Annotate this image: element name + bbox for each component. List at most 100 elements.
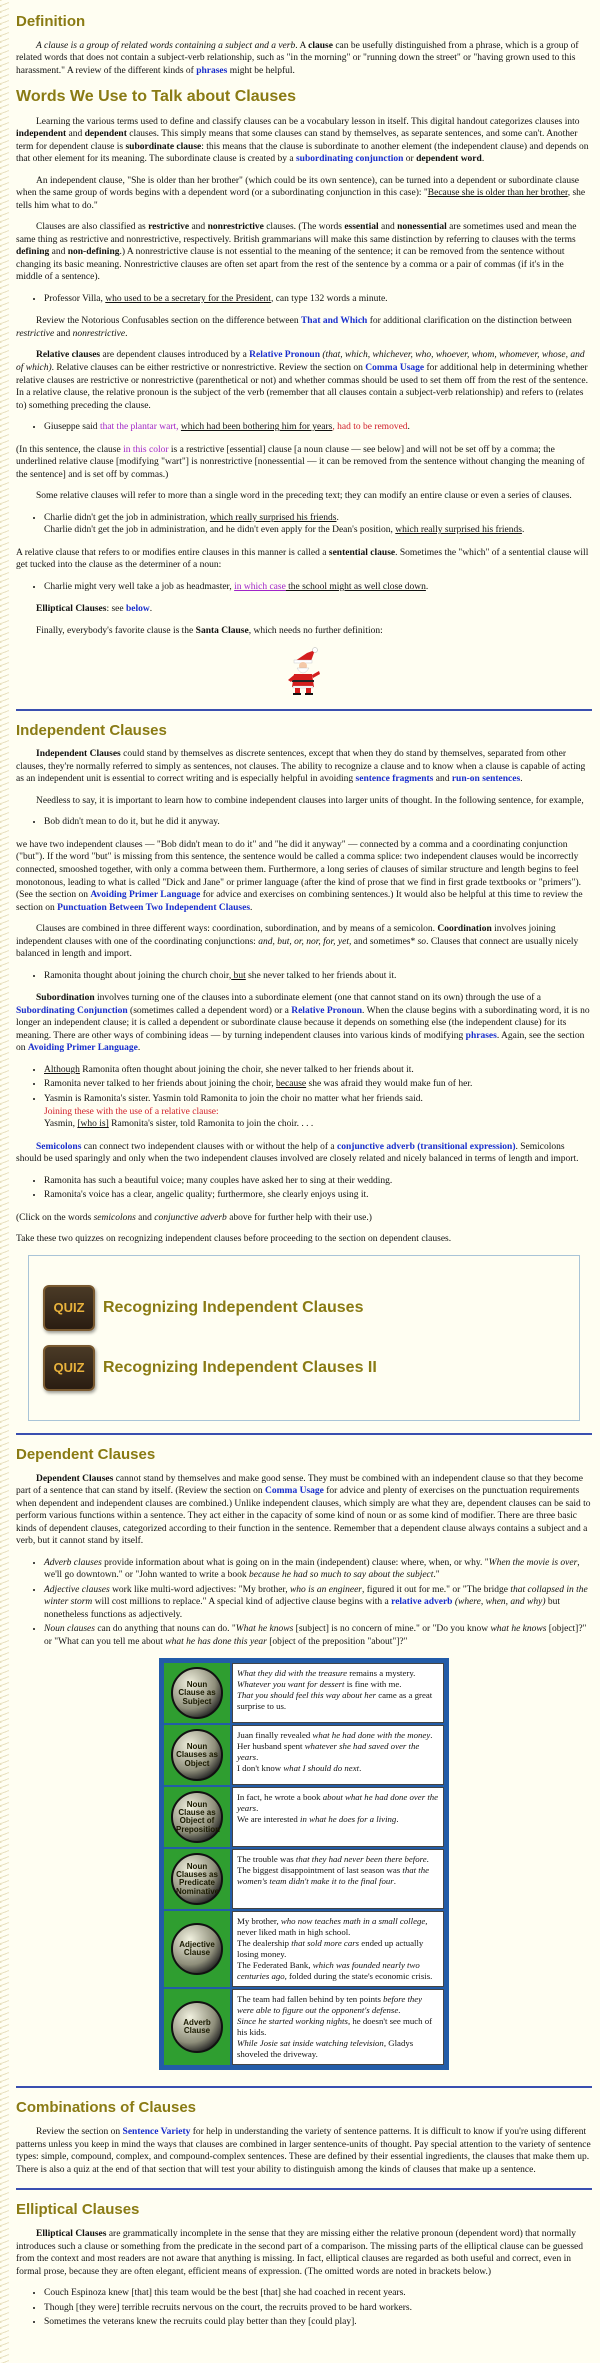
subordinating-conjunction-link[interactable]: subordinating conjunction [296, 154, 403, 164]
comma-usage-link[interactable]: Comma Usage [365, 363, 424, 373]
example-sentence: That you should feel this way about her … [237, 1690, 439, 1712]
list-item: Adjective clauses work like multi-word a… [44, 1584, 592, 1622]
sentence-text: My brother, [237, 1916, 281, 1927]
list-item: Giuseppe said that the plantar wart, whi… [44, 421, 592, 434]
text: non-defining [67, 247, 120, 258]
text: and sometimes* [351, 936, 418, 947]
example-list: Giuseppe said that the plantar wart, whi… [44, 421, 592, 434]
phrases-link[interactable]: phrases [196, 66, 227, 76]
sentence-text: . [256, 1752, 259, 1763]
text: and [433, 774, 452, 785]
text: A clause is a group of related words con… [36, 40, 296, 51]
clause-type-label: Adverb Clause [183, 2017, 211, 2036]
clause-text: that they had never been there before [295, 1854, 427, 1865]
example-list: Bob didn't mean to do it, but he did it … [44, 816, 592, 829]
text: : see [106, 604, 126, 615]
text: what he knows [490, 1624, 547, 1635]
text: Learning the various terms used to defin… [36, 116, 580, 127]
example-list: Couch Espinoza knew [that] this team wou… [44, 2287, 592, 2329]
relative-adverb-link[interactable]: relative adverb [391, 1597, 452, 1607]
text: Elliptical Clauses [36, 604, 107, 615]
sentence-text: The Federated Bank, [237, 1960, 313, 1971]
below-link[interactable]: below [126, 604, 150, 614]
subordinating-conjunction-link[interactable]: Subordinating Conjunction [16, 1006, 128, 1016]
text: that the plantar wart, [99, 422, 181, 433]
avoiding-primer-language-link[interactable]: Avoiding Primer Language [28, 1043, 138, 1053]
sentence-variety-link[interactable]: Sentence Variety [123, 2127, 191, 2137]
quiz-link-2[interactable]: QUIZ Recognizing Independent Clauses II [43, 1342, 565, 1394]
text: above for further help with their use.) [226, 1212, 372, 1223]
independent-p8: Take these two quizzes on recognizing in… [16, 1234, 452, 1245]
text: Yasmin is Ramonita's sister. Yasmin told… [44, 1093, 423, 1104]
quiz-icon[interactable]: QUIZ [43, 1284, 95, 1331]
example-sentence: We are interested in what he does for a … [237, 1814, 439, 1825]
clause-table-row: Adverb Clause The team had fallen behind … [164, 1989, 444, 2066]
example-list: Charlie might very well take a job as he… [44, 581, 592, 594]
conjunctive-adverb-link[interactable]: conjunctive adverb (transitional express… [337, 1142, 515, 1152]
words-p7: Some relative clauses will refer to more… [36, 491, 572, 502]
independent-p6: Semicolons can connect two independent c… [16, 1141, 592, 1166]
text: . [425, 581, 429, 592]
page: Definition A clause is a group of relate… [14, 0, 592, 2359]
list-item: Adverb clauses provide information about… [44, 1557, 592, 1582]
quiz-title[interactable]: Recognizing Independent Clauses [103, 1297, 363, 1318]
words-p2: An independent clause, "She is older tha… [16, 175, 592, 213]
text: What he knows [235, 1624, 294, 1635]
example-sentence: In fact, he wrote a book about what he h… [237, 1792, 439, 1814]
sentence-text: . [398, 2005, 401, 2016]
clause-type-cell: Adjective Clause [164, 1911, 230, 1988]
text: Subordination [36, 993, 95, 1004]
text: conjunctive adverb [154, 1212, 227, 1223]
text: so [417, 936, 427, 947]
clause-examples-cell: What they did with the treasure remains … [232, 1663, 444, 1724]
text: Clauses are combined in three different … [36, 924, 438, 935]
clause-type-icon: Adjective Clause [171, 1923, 223, 1976]
run-on-sentences-link[interactable]: run-on sentences [452, 774, 520, 784]
text: sentential clause [328, 547, 396, 558]
relative-pronoun-link[interactable]: Relative Pronoun [249, 350, 320, 360]
text: essential [344, 222, 379, 233]
text: might be helpful. [227, 65, 295, 76]
clause-type-cell: Noun Clause as Object of Preposition [164, 1787, 230, 1848]
example-list: Charlie didn't get the job in administra… [44, 512, 592, 537]
text: Because she is older than her brother [427, 188, 568, 199]
avoiding-primer-language-link[interactable]: Avoiding Primer Language [90, 890, 200, 900]
text: Although [44, 1064, 80, 1075]
text: Yasmin, [44, 1119, 78, 1130]
independent-p7: (Click on the words semicolons and conju… [16, 1212, 592, 1225]
clause-type-cell: Adverb Clause [164, 1989, 230, 2066]
clause-type-icon: Noun Clauses as Predicate Nominative [171, 1853, 223, 1906]
clause-examples-cell: My brother, who now teaches math in a sm… [232, 1911, 444, 1988]
sentence-text: . [393, 1876, 396, 1887]
text: Relative clauses [36, 350, 101, 361]
sentence-text: , folded during the state's economic cri… [284, 1971, 433, 1982]
quiz-icon[interactable]: QUIZ [43, 1344, 95, 1391]
definition-heading: Definition [16, 13, 86, 30]
text: the school might as well close down [285, 581, 426, 592]
semicolons-link[interactable]: Semicolons [36, 1142, 81, 1152]
sentence-text: We are interested [237, 1814, 301, 1825]
relative-pronoun-link[interactable]: Relative Pronoun [291, 1006, 362, 1016]
list-item: Although Ramonita often thought about jo… [44, 1064, 592, 1077]
phrases-link[interactable]: phrases [466, 1031, 497, 1041]
sentence-text: . [359, 1763, 362, 1774]
dependent-p1: Dependent Clauses cannot stand by themse… [16, 1473, 592, 1548]
sentence-fragments-link[interactable]: sentence fragments [356, 774, 434, 784]
text: in this color [123, 444, 169, 455]
text: work like multi-word adjectives: "My bro… [109, 1584, 290, 1595]
text: . [250, 902, 253, 913]
example-list: Professor Villa, who used to be a secret… [44, 293, 592, 306]
example-sentence: The team had fallen behind by ten points… [237, 1994, 439, 2016]
sentence-text: Juan finally revealed [237, 1730, 313, 1741]
text: restrictive [16, 328, 55, 339]
comma-usage-link[interactable]: Comma Usage [265, 1486, 324, 1496]
list-item: Charlie didn't get the job in administra… [44, 512, 592, 537]
quiz-title[interactable]: Recognizing Independent Clauses II [103, 1357, 377, 1378]
clause-table-row: Adjective Clause My brother, who now teac… [164, 1911, 444, 1988]
that-and-which-link[interactable]: That and Which [301, 316, 367, 326]
clause-type-label: Noun Clause as Subject [178, 1679, 216, 1706]
clause-examples-cell: In fact, he wrote a book about what he h… [232, 1787, 444, 1848]
quiz-link-1[interactable]: QUIZ Recognizing Independent Clauses [43, 1282, 565, 1334]
punctuation-link[interactable]: Punctuation Between Two Independent Clau… [57, 903, 250, 913]
words-p1: Learning the various terms used to defin… [16, 116, 592, 166]
